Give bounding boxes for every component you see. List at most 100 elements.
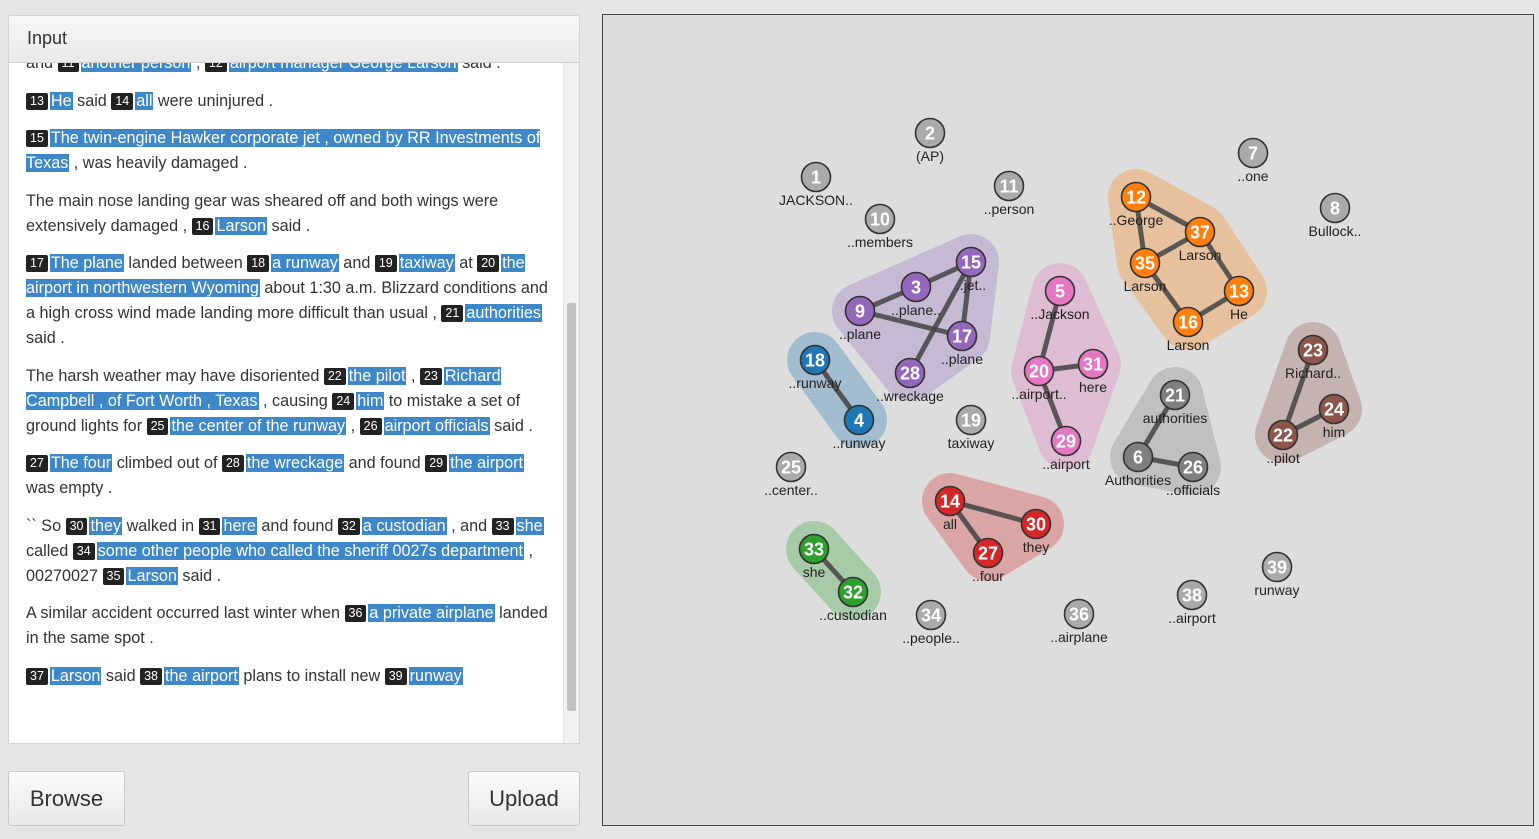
- node-mention-label: ..wreckage: [876, 388, 944, 404]
- plain-text: and: [26, 63, 58, 72]
- plain-text: walked in: [122, 516, 199, 535]
- mention-highlight[interactable]: the airport: [164, 666, 239, 685]
- node-mention-label: Authorities: [1105, 472, 1171, 488]
- graph-node[interactable]: 30 they: [1020, 508, 1052, 556]
- mention-number-badge: 30: [65, 517, 88, 535]
- mention-highlight[interactable]: they: [89, 516, 123, 535]
- node-mention-label: ..plane: [941, 351, 983, 367]
- text-paragraph: and 11 another person , 12 airport manager…: [26, 63, 551, 76]
- mention-highlight[interactable]: airport officials: [383, 416, 490, 435]
- plain-text: ,: [346, 416, 360, 435]
- mention-number-badge: 29: [425, 455, 448, 472]
- mention-highlight[interactable]: the airport: [449, 454, 524, 472]
- node-id-label: 23: [1303, 341, 1323, 361]
- mention-highlight[interactable]: a runway: [271, 254, 339, 272]
- graph-node[interactable]: 25 ..center..: [764, 451, 818, 499]
- mention-highlight[interactable]: a private airplane: [368, 604, 495, 622]
- node-id-label: 39: [1267, 558, 1287, 578]
- plain-text: , causing: [258, 391, 333, 410]
- plain-text: The harsh weather may have disoriented: [26, 366, 324, 385]
- node-id-label: 8: [1330, 199, 1340, 219]
- mention-highlight[interactable]: Larson: [215, 216, 267, 235]
- mention-highlight[interactable]: all: [135, 91, 154, 110]
- plain-text: landed between: [123, 254, 248, 272]
- mention-number-badge: 19: [374, 255, 397, 272]
- mention-highlight[interactable]: airport manager George Larson: [228, 63, 458, 72]
- mention-number-badge: 38: [140, 667, 163, 685]
- plain-text: climbed out of: [112, 454, 222, 472]
- mention-highlight[interactable]: the pilot: [347, 366, 407, 385]
- mention-highlight[interactable]: another person: [80, 63, 192, 72]
- graph-node[interactable]: 36 ..airplane: [1050, 598, 1108, 646]
- text-paragraph: 37 Larson said 38 the airport plans to ins…: [26, 664, 551, 689]
- mention-highlight[interactable]: some other people who called the sheriff…: [96, 541, 525, 560]
- scrollbar-thumb[interactable]: [567, 303, 576, 711]
- mention-highlight[interactable]: authorities: [465, 304, 543, 322]
- plain-text: `` So: [26, 516, 66, 535]
- graph-node[interactable]: 2 (AP): [914, 117, 946, 165]
- text-paragraph: A similar accident occurred last winter …: [26, 601, 551, 651]
- graph-node[interactable]: 38 ..airport: [1168, 579, 1216, 627]
- node-mention-label: ..plane..: [891, 302, 941, 318]
- plain-text: and found: [256, 516, 338, 535]
- node-mention-label: ..members: [847, 234, 913, 250]
- node-id-label: 11: [999, 177, 1018, 197]
- mention-number-badge: 16: [191, 217, 214, 235]
- graph-node[interactable]: 33 she: [798, 533, 830, 581]
- mention-number-badge: 12: [204, 63, 227, 72]
- graph-node[interactable]: 8 Bullock..: [1309, 192, 1362, 240]
- mention-highlight[interactable]: the wreckage: [245, 454, 345, 472]
- node-id-label: 21: [1165, 386, 1185, 406]
- mention-highlight[interactable]: Larson: [126, 566, 178, 585]
- node-mention-label: Bullock..: [1309, 223, 1362, 239]
- graph-node[interactable]: 24 him: [1318, 393, 1350, 441]
- graph-node[interactable]: 11 ..person: [984, 170, 1035, 218]
- mention-highlight[interactable]: The plane: [49, 254, 124, 272]
- node-mention-label: taxiway: [948, 435, 995, 451]
- mention-highlight[interactable]: The four: [49, 454, 113, 472]
- graph-node[interactable]: 34 ..people..: [902, 599, 960, 647]
- mention-highlight[interactable]: taxiway: [398, 254, 455, 272]
- node-mention-label: Larson: [1167, 337, 1210, 353]
- graph-node[interactable]: 15 ..jet..: [955, 246, 987, 294]
- node-mention-label: she: [803, 564, 826, 580]
- browse-button[interactable]: Browse: [8, 771, 125, 826]
- graph-node[interactable]: 19 taxiway: [948, 404, 995, 452]
- mention-highlight[interactable]: runway: [408, 666, 463, 685]
- mention-highlight[interactable]: He: [49, 91, 73, 110]
- plain-text: called: [26, 541, 73, 560]
- node-mention-label: ..airport..: [1011, 386, 1066, 402]
- node-id-label: 25: [781, 458, 801, 478]
- graph-node[interactable]: 31 here: [1077, 348, 1109, 396]
- graph-node[interactable]: 22 ..pilot: [1266, 419, 1300, 467]
- plain-text: at: [454, 254, 478, 272]
- mention-highlight[interactable]: she: [515, 516, 544, 535]
- document-text-area[interactable]: and 11 another person , 12 airport manager…: [9, 63, 565, 743]
- node-mention-label: ..custodian: [819, 607, 887, 623]
- plain-text: said .: [266, 216, 311, 235]
- mention-highlight[interactable]: the center of the runway: [170, 416, 347, 435]
- graph-node[interactable]: 27 ..four: [972, 537, 1004, 585]
- node-mention-label: ..person: [984, 201, 1035, 217]
- scrollbar[interactable]: [563, 63, 579, 743]
- node-id-label: 13: [1229, 282, 1249, 302]
- node-id-label: 38: [1182, 586, 1202, 606]
- upload-button[interactable]: Upload: [468, 771, 580, 826]
- graph-node[interactable]: 1 JACKSON..: [779, 161, 853, 209]
- mention-number-badge: 39: [384, 667, 407, 685]
- graph-node[interactable]: 7 ..one: [1237, 137, 1269, 185]
- mention-number-badge: 18: [247, 255, 270, 272]
- plain-text: A similar accident occurred last winter …: [26, 604, 345, 622]
- mention-highlight[interactable]: here: [222, 516, 257, 535]
- plain-text: said .: [177, 566, 222, 585]
- document-text: and 11 another person , 12 airport manager…: [26, 63, 551, 701]
- mention-highlight[interactable]: a custodian: [361, 516, 447, 535]
- text-paragraph: `` So 30 they walked in 31 here and found …: [26, 514, 551, 589]
- graph-node[interactable]: 10 ..members: [847, 203, 913, 251]
- mention-highlight[interactable]: him: [356, 391, 385, 410]
- node-id-label: 14: [940, 492, 960, 512]
- panel-title: Input: [9, 16, 579, 63]
- plain-text: ,: [406, 366, 420, 385]
- mention-highlight[interactable]: Larson: [49, 666, 102, 685]
- graph-node[interactable]: 39 runway: [1254, 551, 1300, 599]
